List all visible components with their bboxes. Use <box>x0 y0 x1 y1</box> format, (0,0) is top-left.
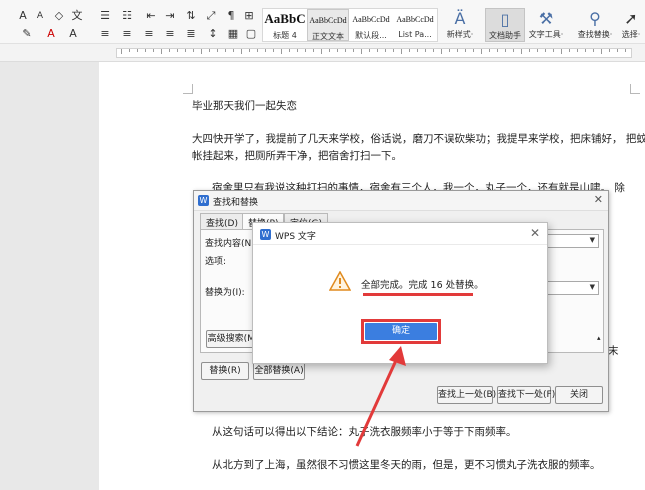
arrow-head <box>389 346 406 366</box>
red-arrow-annotation <box>355 346 406 447</box>
arrow-shaft <box>355 355 400 447</box>
